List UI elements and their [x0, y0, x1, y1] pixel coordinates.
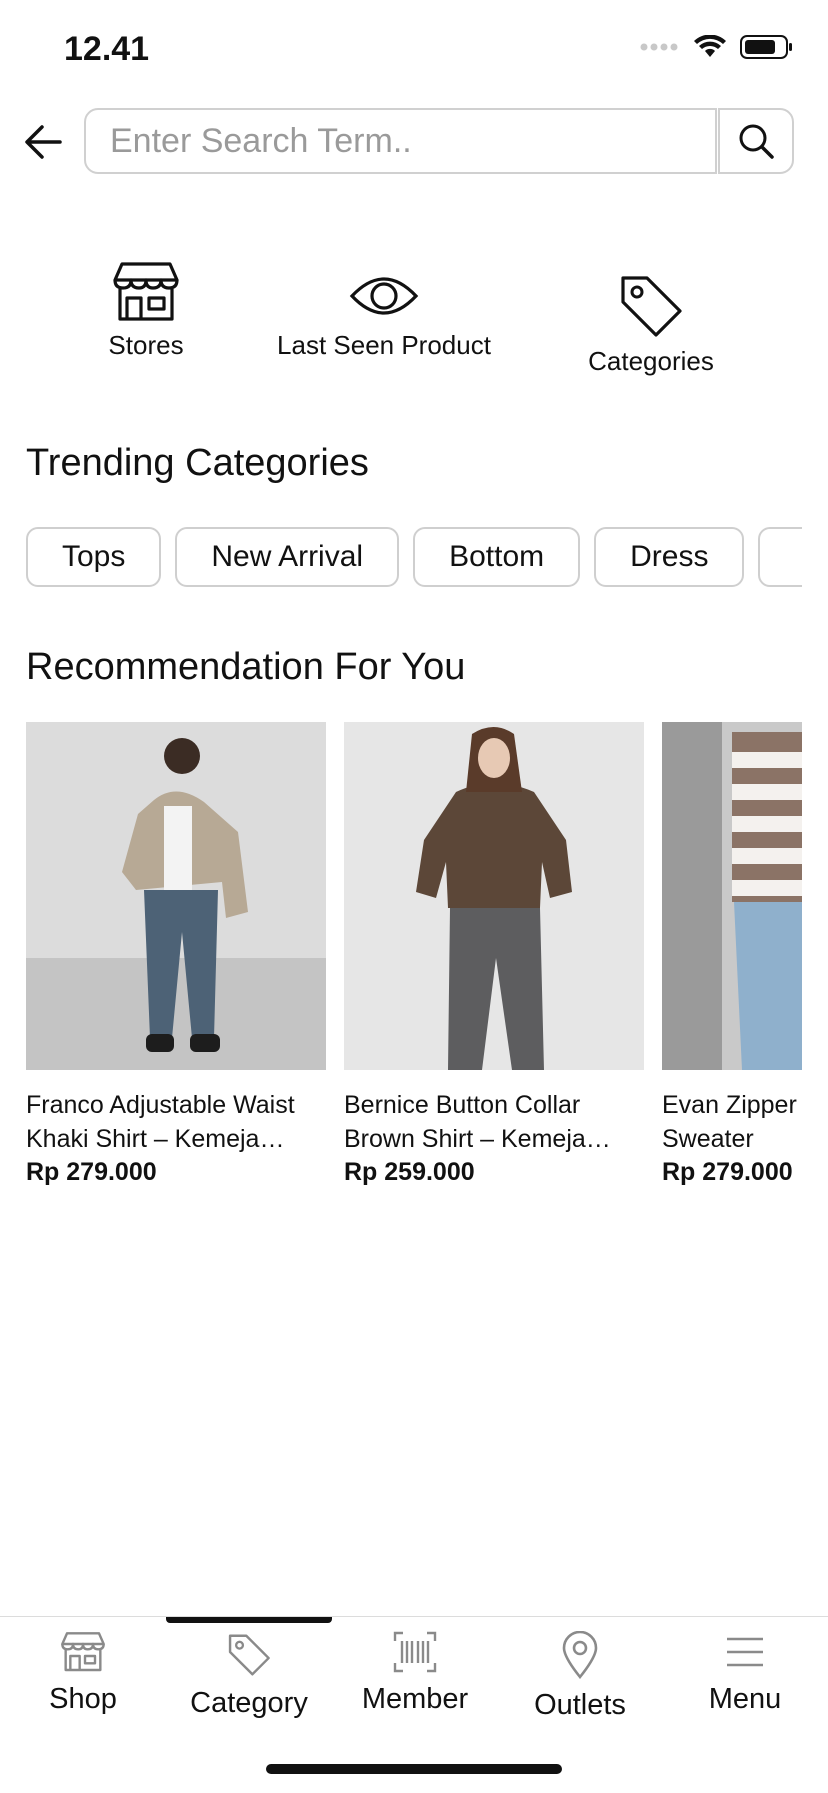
signal-icon [640, 43, 678, 51]
search-icon [739, 124, 774, 159]
recommendation-title: Recommendation For You [26, 646, 466, 688]
quick-link-label: Last Seen Product [277, 330, 491, 360]
quick-link-categories[interactable]: Categories [586, 272, 716, 377]
product-price: Rp 279.000 [662, 1158, 793, 1186]
status-bar: 12.41 [0, 0, 828, 100]
shop-icon [61, 1632, 105, 1672]
nav-outlets[interactable]: Outlets [497, 1631, 663, 1722]
product-card[interactable]: Franco Adjustable Waist Khaki Shirt – Ke… [26, 722, 326, 1187]
nav-label: Shop [49, 1683, 117, 1715]
status-icons [640, 34, 794, 60]
active-tab-indicator [166, 1617, 332, 1623]
nav-label: Category [190, 1687, 308, 1719]
product-name: Bernice Button Collar Brown Shirt – Keme… [344, 1091, 611, 1153]
trending-chips: Tops New Arrival Bottom Dress [26, 527, 802, 589]
product-image [26, 722, 326, 1070]
product-image [344, 722, 644, 1070]
tag-icon [621, 276, 682, 337]
quick-link-stores[interactable]: Stores [96, 262, 196, 361]
chip-bottom[interactable]: Bottom [413, 527, 581, 587]
trending-title: Trending Categories [26, 442, 369, 484]
status-time: 12.41 [64, 30, 150, 68]
quick-links: Stores Last Seen Product Categories [0, 258, 828, 388]
product-card[interactable]: Evan Zipper Brown Sweater Rp 279.000 [662, 722, 802, 1187]
nav-label: Menu [708, 1683, 782, 1715]
product-price: Rp 259.000 [344, 1158, 475, 1186]
product-image [662, 722, 802, 1070]
chip-dress[interactable]: Dress [594, 527, 745, 587]
location-pin-icon [562, 1631, 598, 1679]
product-card[interactable]: Bernice Button Collar Brown Shirt – Keme… [344, 722, 644, 1187]
nav-shop[interactable]: Shop [0, 1631, 166, 1716]
nav-label: Member [361, 1683, 469, 1715]
back-button[interactable] [20, 118, 68, 166]
nav-category[interactable]: Category [166, 1631, 332, 1720]
eye-icon [349, 277, 419, 315]
battery-icon [740, 35, 792, 59]
product-name: Evan Zipper Brown Sweater [662, 1091, 802, 1153]
search-box [84, 108, 717, 174]
nav-label: Outlets [534, 1689, 626, 1721]
search-button[interactable] [718, 108, 794, 174]
back-arrow-icon [25, 125, 62, 159]
hamburger-menu-icon [727, 1637, 763, 1667]
nav-member[interactable]: Member [332, 1631, 498, 1716]
search-input[interactable] [86, 110, 715, 172]
chip-more[interactable] [758, 527, 802, 587]
search-row [0, 106, 828, 176]
home-indicator [266, 1764, 562, 1774]
tag-icon [228, 1634, 270, 1676]
product-name: Franco Adjustable Waist Khaki Shirt – Ke… [26, 1091, 295, 1153]
quick-link-last-seen[interactable]: Last Seen Product [274, 270, 494, 361]
store-icon [113, 262, 179, 321]
chip-tops[interactable]: Tops [26, 527, 162, 587]
quick-link-label: Stores [108, 330, 184, 360]
product-price: Rp 279.000 [26, 1158, 157, 1186]
wifi-icon [694, 35, 726, 57]
nav-menu[interactable]: Menu [662, 1631, 828, 1716]
quick-link-label: Categories [588, 346, 714, 376]
chip-new-arrival[interactable]: New Arrival [175, 527, 400, 587]
barcode-icon [393, 1631, 437, 1673]
product-carousel: Franco Adjustable Waist Khaki Shirt – Ke… [26, 722, 802, 1192]
